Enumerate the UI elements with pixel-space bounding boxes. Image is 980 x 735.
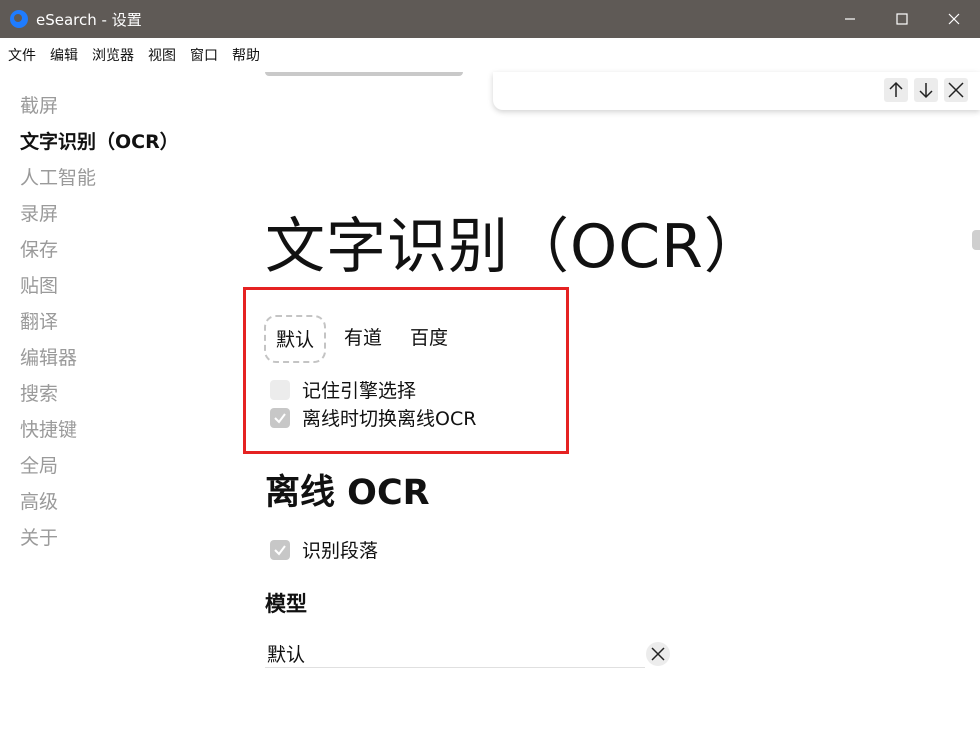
sidebar-item-ocr[interactable]: 文字识别（OCR） — [20, 124, 240, 160]
maximize-button[interactable] — [876, 0, 928, 38]
scroll-indicator-strip — [265, 72, 463, 76]
menu-file[interactable]: 文件 — [8, 45, 36, 65]
offline-ocr-heading: 离线 OCR — [265, 473, 430, 513]
find-close-button[interactable] — [944, 78, 968, 102]
settings-sidebar: 截屏 文字识别（OCR） 人工智能 录屏 保存 贴图 翻译 编辑器 搜索 快捷键… — [20, 88, 240, 556]
arrow-up-icon — [889, 81, 903, 97]
menu-help[interactable]: 帮助 — [232, 45, 260, 65]
menu-window[interactable]: 窗口 — [190, 45, 218, 65]
sidebar-item-advanced[interactable]: 高级 — [20, 484, 240, 520]
sidebar-item-pin[interactable]: 贴图 — [20, 268, 240, 304]
paragraph-option[interactable]: 识别段落 — [270, 536, 378, 563]
paragraph-label: 识别段落 — [302, 540, 379, 562]
model-clear-button[interactable] — [646, 642, 670, 666]
remember-engine-checkbox[interactable] — [270, 379, 290, 400]
checkmark-icon — [274, 544, 286, 556]
page-title: 文字识别（OCR） — [265, 212, 765, 282]
engine-tab-youdao[interactable]: 有道 — [334, 315, 392, 363]
model-heading: 模型 — [265, 592, 307, 616]
arrow-down-icon — [919, 83, 933, 99]
scrollbar-thumb[interactable] — [972, 230, 980, 250]
sidebar-item-shortcuts[interactable]: 快捷键 — [20, 412, 240, 448]
ocr-engine-selector: 默认 有道 百度 — [264, 315, 466, 363]
sidebar-item-save[interactable]: 保存 — [20, 232, 240, 268]
sidebar-item-editor[interactable]: 编辑器 — [20, 340, 240, 376]
sidebar-item-translate[interactable]: 翻译 — [20, 304, 240, 340]
find-bar — [493, 72, 980, 110]
menu-view[interactable]: 视图 — [148, 45, 176, 65]
minimize-icon — [845, 18, 855, 20]
model-input[interactable] — [265, 640, 645, 668]
close-icon — [948, 82, 964, 98]
offline-switch-checkbox[interactable] — [270, 407, 290, 428]
offline-switch-label: 离线时切换离线OCR — [302, 408, 477, 430]
find-next-button[interactable] — [914, 78, 938, 102]
engine-tab-default[interactable]: 默认 — [264, 315, 327, 363]
paragraph-checkbox[interactable] — [270, 539, 290, 560]
checkmark-icon — [274, 412, 286, 424]
sidebar-item-global[interactable]: 全局 — [20, 448, 240, 484]
menu-edit[interactable]: 编辑 — [50, 45, 78, 65]
menu-bar: 文件 编辑 浏览器 视图 窗口 帮助 — [0, 38, 980, 72]
sidebar-item-record[interactable]: 录屏 — [20, 196, 240, 232]
window-controls — [824, 0, 980, 38]
close-window-button[interactable] — [928, 0, 980, 38]
menu-browser[interactable]: 浏览器 — [92, 45, 134, 65]
sidebar-item-ai[interactable]: 人工智能 — [20, 160, 240, 196]
remember-engine-option[interactable]: 记住引擎选择 — [270, 376, 416, 403]
engine-tab-baidu[interactable]: 百度 — [400, 315, 458, 363]
remember-engine-label: 记住引擎选择 — [302, 380, 417, 402]
window-title: eSearch - 设置 — [36, 10, 142, 29]
sidebar-item-screenshot[interactable]: 截屏 — [20, 88, 240, 124]
title-bar: eSearch - 设置 — [0, 0, 980, 38]
minimize-button[interactable] — [824, 0, 876, 38]
close-icon — [651, 647, 665, 661]
offline-switch-option[interactable]: 离线时切换离线OCR — [270, 404, 476, 431]
sidebar-item-about[interactable]: 关于 — [20, 520, 240, 556]
app-logo-icon — [10, 10, 28, 28]
find-prev-button[interactable] — [884, 78, 908, 102]
maximize-icon — [896, 13, 908, 25]
close-icon — [948, 13, 960, 25]
sidebar-item-search[interactable]: 搜索 — [20, 376, 240, 412]
